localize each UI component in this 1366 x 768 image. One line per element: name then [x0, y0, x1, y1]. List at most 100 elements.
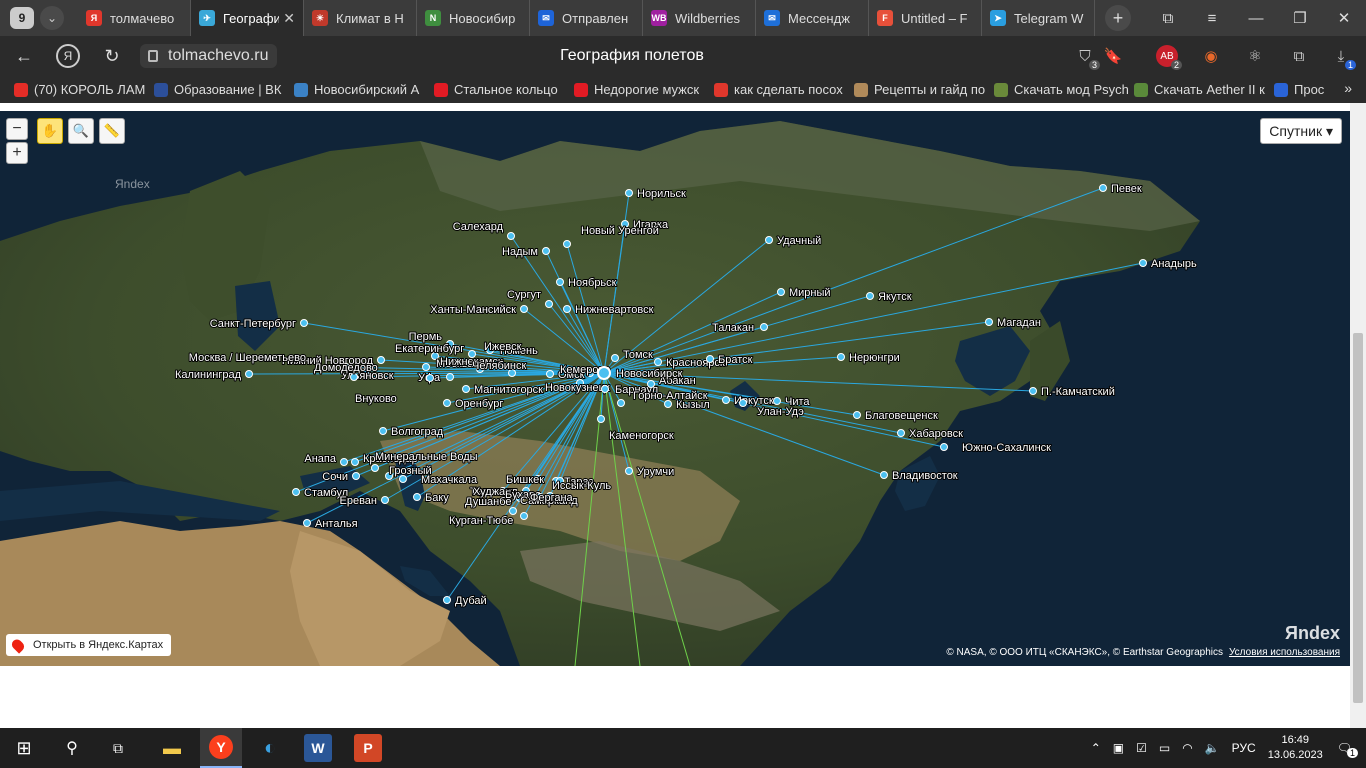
scrollbar-thumb[interactable]	[1353, 333, 1363, 703]
language-indicator[interactable]: РУС	[1232, 741, 1256, 755]
search-icon[interactable]: ⚲	[58, 734, 86, 762]
city-label[interactable]: Калининград	[174, 368, 243, 382]
city-dot[interactable]	[563, 240, 571, 248]
notification-icon[interactable]: 🗨 1	[1337, 741, 1358, 758]
city-dot[interactable]	[422, 363, 430, 371]
city-label[interactable]: Пермь	[408, 330, 444, 344]
city-dot[interactable]	[352, 472, 360, 480]
city-dot[interactable]	[542, 247, 550, 255]
map-canvas[interactable]: НорильскИгаркаСалехардНадымНовый Уренгой…	[0, 111, 1350, 666]
city-dot[interactable]	[563, 305, 571, 313]
city-label[interactable]: Братск	[717, 353, 754, 367]
city-dot[interactable]	[350, 373, 358, 381]
city-label[interactable]: Внуково	[354, 392, 398, 406]
city-label[interactable]: Якутск	[877, 290, 913, 304]
city-dot[interactable]	[377, 356, 385, 364]
city-dot[interactable]	[739, 399, 747, 407]
city-dot[interactable]	[520, 512, 528, 520]
city-dot[interactable]	[985, 318, 993, 326]
city-label[interactable]: Чита	[784, 395, 811, 409]
menu-icon[interactable]: ≡	[1190, 0, 1234, 36]
zoom-in-button[interactable]: +	[6, 142, 28, 164]
bookmark-item[interactable]: Прос	[1274, 82, 1334, 97]
file-explorer-icon[interactable]: ▬	[158, 734, 186, 762]
collections-icon[interactable]: ⧉	[1146, 0, 1190, 36]
city-dot[interactable]	[520, 305, 528, 313]
flight-map[interactable]: Норильск Игарка Салехард Надым Новый Уренгой…	[0, 111, 1350, 666]
city-label[interactable]: Ханты-Мансийск	[429, 303, 517, 317]
city-dot[interactable]	[351, 458, 359, 466]
city-dot[interactable]	[853, 411, 861, 419]
city-label[interactable]: Волгоград	[390, 425, 445, 439]
city-label[interactable]: Курган-Тюбе	[448, 514, 514, 528]
bookmark-item[interactable]: Скачать мод Psych	[994, 82, 1134, 97]
city-label[interactable]: Талакан	[711, 321, 755, 335]
city-label[interactable]: Баку	[424, 491, 450, 505]
city-dot[interactable]	[597, 415, 605, 423]
task-view-icon[interactable]: ⧉	[104, 734, 132, 762]
city-label[interactable]: Мирный	[788, 286, 832, 300]
city-label[interactable]: Дубай	[454, 594, 488, 608]
city-dot[interactable]	[446, 373, 454, 381]
city-marker[interactable]: Новокузнецк	[544, 379, 611, 395]
fox-icon[interactable]: ◉	[1200, 45, 1222, 67]
city-label[interactable]: Урумчи	[636, 465, 675, 479]
city-label[interactable]: Анапа	[303, 452, 337, 466]
city-label[interactable]: Певек	[1110, 182, 1143, 196]
bookmark-item[interactable]: Образование | ВК	[154, 82, 294, 97]
city-label[interactable]: Анадырь	[1150, 257, 1198, 271]
tab-4[interactable]: ✉ Отправлен	[530, 0, 643, 36]
city-dot[interactable]	[340, 458, 348, 466]
city-dot[interactable]	[371, 464, 379, 472]
bookmark-item[interactable]: Новосибирский А	[294, 82, 434, 97]
city-dot[interactable]	[1029, 387, 1037, 395]
chevron-down-icon[interactable]: ⌄	[40, 6, 64, 30]
tab-7[interactable]: F Untitled – F	[869, 0, 982, 36]
city-label[interactable]: Нерюнгри	[848, 351, 901, 365]
city-dot[interactable]	[292, 488, 300, 496]
tab-3[interactable]: N Новосибир	[417, 0, 530, 36]
chevron-up-icon[interactable]: ⌃	[1091, 741, 1101, 755]
city-dot[interactable]	[625, 189, 633, 197]
city-dot[interactable]	[413, 493, 421, 501]
volume-icon[interactable]: 🔈	[1205, 741, 1220, 755]
city-label[interactable]: Махачкала	[420, 473, 479, 487]
city-dot[interactable]	[1139, 259, 1147, 267]
city-label[interactable]: Томск	[622, 348, 654, 362]
city-dot[interactable]	[303, 519, 311, 527]
city-marker[interactable]: Фергана	[529, 491, 575, 505]
city-label[interactable]: Хабаровск	[908, 427, 964, 441]
city-marker[interactable]: Благовещенск	[853, 409, 939, 423]
city-label[interactable]: Удачный	[776, 234, 822, 248]
city-dot[interactable]	[399, 475, 407, 483]
tab-count-button[interactable]: 9	[10, 7, 34, 29]
city-label[interactable]: Санкт-Петербург	[209, 317, 297, 331]
edge-icon[interactable]: ◐	[256, 734, 284, 762]
city-label[interactable]: Ноябрьск	[567, 276, 618, 290]
city-dot[interactable]	[760, 323, 768, 331]
city-dot[interactable]	[617, 399, 625, 407]
city-dot[interactable]	[706, 355, 714, 363]
city-marker[interactable]: Иссык-Куль	[551, 477, 612, 493]
city-dot[interactable]	[664, 400, 672, 408]
bookmark-item[interactable]: Скачать Aether II к	[1134, 82, 1274, 97]
hand-tool-button[interactable]: ✋	[37, 118, 63, 144]
city-label[interactable]: Домодедово	[313, 361, 379, 375]
city-dot[interactable]	[777, 288, 785, 296]
city-dot[interactable]	[507, 232, 515, 240]
city-dot[interactable]	[545, 300, 553, 308]
extensions-icon[interactable]: ⧉	[1288, 45, 1310, 67]
city-label[interactable]: Новокузнецк	[544, 381, 611, 395]
windows-start-icon[interactable]: ⊞	[10, 734, 38, 762]
zoom-out-button[interactable]: −	[6, 118, 28, 140]
layer-select[interactable]: Спутник ▾	[1260, 118, 1342, 144]
city-marker[interactable]: Бишкек	[505, 473, 545, 487]
city-label[interactable]: Ижевск	[483, 340, 523, 354]
powerpoint-icon[interactable]: P	[354, 734, 382, 762]
clock[interactable]: 16:49 13.06.2023	[1268, 733, 1323, 763]
hub-label[interactable]: Новосибирск	[615, 367, 684, 381]
terms-link[interactable]: Условия использования	[1229, 647, 1340, 658]
city-dot[interactable]	[1099, 184, 1107, 192]
word-icon[interactable]: W	[304, 734, 332, 762]
open-in-yandex-maps-button[interactable]: Открыть в Яндекс.Картах	[6, 634, 172, 656]
